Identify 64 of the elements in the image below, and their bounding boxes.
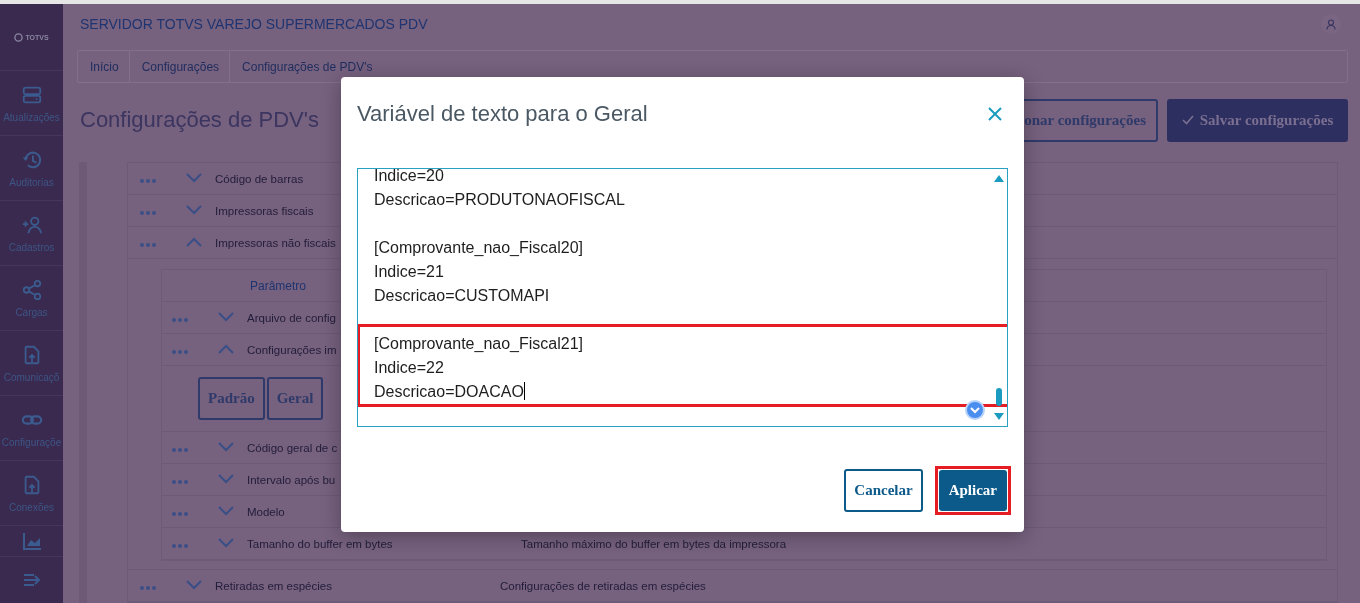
dialog-title: Variável de texto para o Geral [357, 101, 648, 127]
row-description: Configurações de retiradas em espécies [500, 579, 706, 592]
text-line: [Comprovante_nao_Fiscal20] [374, 238, 583, 258]
more-icon[interactable] [172, 479, 188, 484]
more-icon[interactable] [172, 511, 188, 516]
text-line: Descricao=DOACAO [374, 381, 525, 402]
chevron-up-icon[interactable] [186, 236, 202, 247]
breadcrumb-link[interactable]: Configurações de PDV's [230, 51, 383, 82]
row-label: Código de barras [215, 172, 304, 185]
row-label: Impressoras fiscais [215, 204, 314, 217]
chevron-down-icon[interactable] [218, 505, 234, 516]
chevron-down-icon[interactable] [218, 473, 234, 484]
chevron-down-icon[interactable] [186, 204, 202, 215]
text-line: Descricao=CUSTOMAPI [374, 286, 550, 306]
chevron-down-icon[interactable] [218, 441, 234, 452]
chevron-circle-icon[interactable] [965, 400, 985, 420]
more-icon[interactable] [140, 210, 156, 215]
scroll-thumb[interactable] [996, 388, 1002, 406]
text-line: Indice=21 [374, 262, 444, 282]
column-header: Parâmetro [250, 278, 307, 293]
option-button[interactable]: Geral [266, 377, 324, 420]
more-icon[interactable] [140, 178, 156, 183]
option-button[interactable]: Padrão [198, 377, 265, 420]
chevron-up-icon[interactable] [218, 343, 234, 354]
more-icon[interactable] [140, 242, 156, 247]
more-icon[interactable] [140, 585, 156, 590]
chevron-down-icon[interactable] [218, 537, 234, 548]
page-title: Configurações de PDV's [79, 107, 319, 134]
chevron-down-icon[interactable] [186, 172, 202, 183]
breadcrumb-link[interactable]: Configurações [129, 51, 231, 82]
app-title: SERVIDOR TOTVS VAREJO SUPERMERCADOS PDV [80, 16, 428, 33]
row-label: Arquivo de config [247, 311, 336, 324]
row-label: Retiradas em espécies [215, 579, 332, 592]
logo-icon [14, 32, 24, 42]
row-label: Intervalo após bu [247, 473, 336, 486]
scroll-up-icon[interactable] [994, 174, 1004, 182]
more-icon[interactable] [172, 349, 188, 354]
chart-icon[interactable] [21, 532, 42, 550]
user-icon[interactable] [1321, 14, 1341, 35]
save-button[interactable]: Salvar configurações [1167, 98, 1348, 142]
apply-button[interactable]: Aplicar [938, 470, 1007, 511]
text-line: Indice=22 [374, 358, 444, 378]
text-line: [Comprovante_nao_Fiscal21] [374, 334, 583, 354]
share-icon [20, 278, 43, 301]
scroll-down-icon[interactable] [994, 413, 1004, 421]
expand-menu-icon[interactable] [22, 573, 41, 587]
cancel-button[interactable]: Cancelar [844, 469, 923, 512]
more-icon[interactable] [172, 543, 188, 548]
row-label: Código geral de c [247, 441, 338, 454]
chevron-down-icon[interactable] [186, 579, 202, 590]
text-line: Indice=20 [374, 169, 444, 186]
chevron-down-icon[interactable] [218, 311, 234, 322]
text-area-field[interactable]: Indice=20 Descricao=PRODUTONAOFISCAL [Comprovante_nao_Fiscal20] Indice=21 Descricao=CUSTOMAPI [Comprovante_nao_Fiscal21] Indice=22 Descricao=DOACAO [357, 168, 1008, 427]
more-icon[interactable] [172, 447, 188, 452]
row-description: Tamanho máximo do buffer em bytes da impressora [521, 537, 787, 550]
row-label: Tamanho do buffer em bytes [247, 537, 393, 550]
check-icon [1181, 115, 1194, 126]
row-label: Impressoras não fiscais [215, 236, 336, 249]
row-label: Modelo [247, 505, 285, 518]
close-icon[interactable] [987, 106, 1003, 122]
text-line: Descricao=PRODUTONAOFISCAL [374, 190, 625, 210]
breadcrumb-link[interactable]: Início [78, 51, 130, 82]
more-icon[interactable] [172, 317, 188, 322]
row-label: Configurações im [247, 343, 337, 356]
